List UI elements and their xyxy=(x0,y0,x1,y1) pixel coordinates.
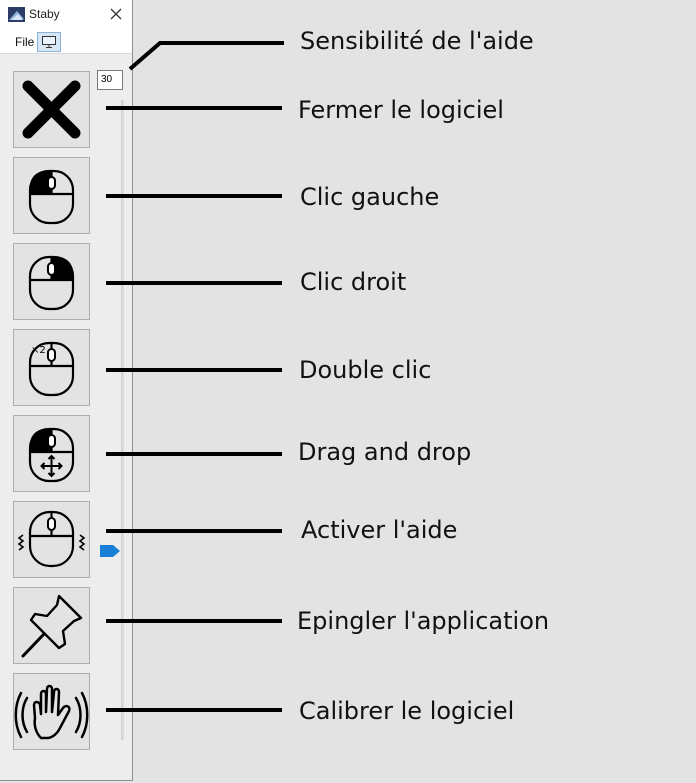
label-activate-help: Activer l'aide xyxy=(301,516,458,544)
label-calibrate: Calibrer le logiciel xyxy=(299,697,515,725)
label-double-click: Double clic xyxy=(299,356,432,384)
callout-line-sensitivity xyxy=(128,41,284,71)
label-drag-drop: Drag and drop xyxy=(298,438,472,466)
label-pin: Epingler l'application xyxy=(297,607,550,635)
label-left-click: Clic gauche xyxy=(300,183,440,211)
label-close: Fermer le logiciel xyxy=(298,96,504,124)
label-right-click: Clic droit xyxy=(300,268,407,296)
label-sensitivity: Sensibilité de l'aide xyxy=(300,27,534,55)
